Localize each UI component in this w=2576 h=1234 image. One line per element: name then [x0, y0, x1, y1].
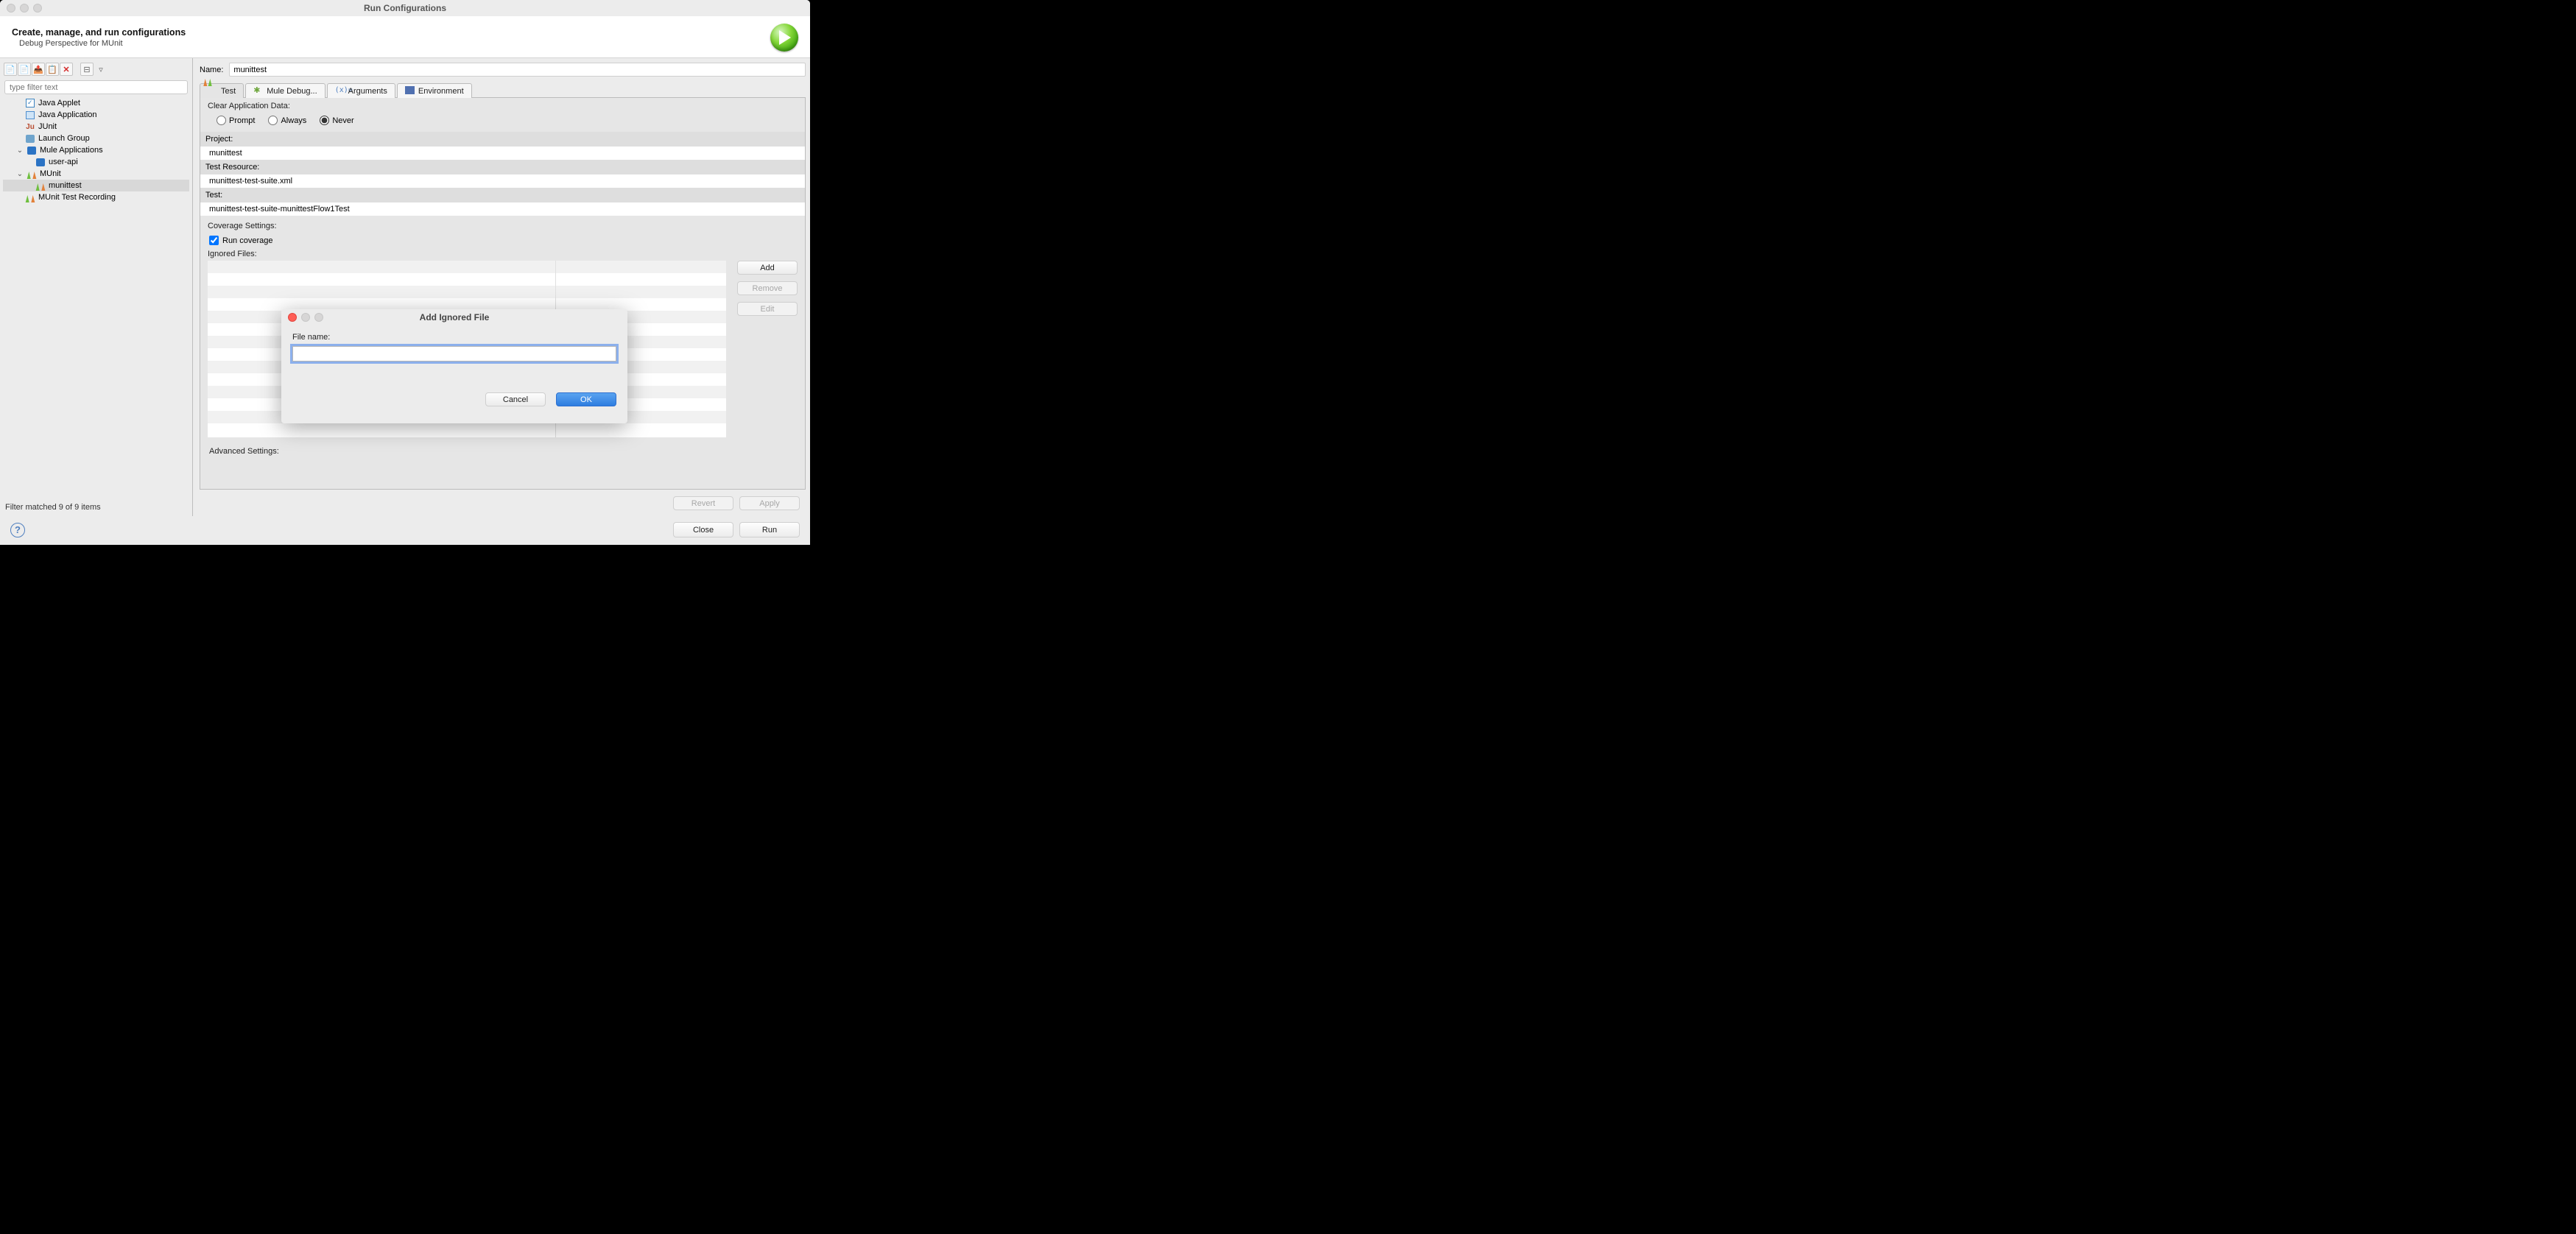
modal-zoom-icon: [314, 313, 323, 322]
traffic-minimize-icon[interactable]: [20, 4, 29, 13]
titlebar: Run Configurations: [0, 0, 810, 16]
run-button[interactable]: Run: [739, 522, 800, 537]
tree-item-label: MUnit Test Recording: [38, 193, 116, 202]
tree-item-munittest[interactable]: munittest: [3, 180, 189, 191]
tree-item-label: user-api: [49, 158, 78, 166]
tree-filter-input[interactable]: [4, 80, 188, 94]
dialog-header: Create, manage, and run configurations D…: [0, 16, 810, 58]
modal-cancel-button[interactable]: Cancel: [485, 392, 546, 406]
file-name-label: File name:: [292, 333, 616, 346]
modal-ok-button[interactable]: OK: [556, 392, 616, 406]
tab-test[interactable]: Test: [200, 83, 244, 98]
advanced-settings-label: Advanced Settings:: [200, 443, 805, 456]
run-coverage-label: Run coverage: [222, 236, 273, 245]
filter-icon[interactable]: ▿: [94, 63, 108, 76]
chevron-down-icon[interactable]: ⌄: [16, 147, 24, 155]
tree-item-java-applet[interactable]: Java Applet: [3, 97, 189, 109]
ignored-files-label: Ignored Files:: [200, 248, 805, 261]
name-label: Name:: [200, 66, 223, 74]
run-configurations-window: Run Configurations Create, manage, and r…: [0, 0, 810, 545]
environment-icon: [405, 86, 415, 94]
tree-item-java-application[interactable]: Java Application: [3, 109, 189, 121]
tree-item-mule-applications[interactable]: ⌄ Mule Applications: [3, 144, 189, 156]
tab-mule-debug[interactable]: Mule Debug...: [245, 83, 325, 98]
tree-item-label: JUnit: [38, 122, 57, 131]
tree-item-label: munittest: [49, 181, 82, 190]
run-coverage-checkbox[interactable]: [209, 236, 219, 245]
run-icon: [770, 24, 798, 52]
help-icon[interactable]: ?: [10, 523, 25, 537]
config-editor-pane: Name: Test Mule Debug... (x)=Arguments E…: [193, 58, 810, 516]
new-config-icon[interactable]: 📄: [4, 63, 17, 76]
revert-button: Revert: [673, 496, 733, 510]
config-tree-pane: 📄 📄 📤 📋 ✕ ⊟ ▿ Java Applet Java Applicati…: [0, 58, 193, 516]
tab-label: Mule Debug...: [267, 87, 317, 96]
test-field[interactable]: munittest-test-suite-munittestFlow1Test: [205, 202, 800, 216]
tab-label: Test: [221, 87, 236, 96]
project-field[interactable]: munittest: [205, 147, 800, 160]
radio-always[interactable]: Always: [268, 116, 306, 125]
tree-item-label: Launch Group: [38, 134, 90, 143]
modal-title: Add Ignored File: [281, 312, 627, 322]
export-icon[interactable]: 📤: [32, 63, 45, 76]
traffic-zoom-icon[interactable]: [33, 4, 42, 13]
tree-item-launch-group[interactable]: Launch Group: [3, 133, 189, 144]
tree-item-munit-test-recording[interactable]: MUnit Test Recording: [3, 191, 189, 203]
tree-item-label: MUnit: [40, 169, 61, 178]
chevron-down-icon[interactable]: ⌄: [16, 170, 24, 178]
collapse-all-icon[interactable]: ⊟: [80, 63, 94, 76]
tab-environment[interactable]: Environment: [397, 83, 472, 98]
delete-icon[interactable]: ✕: [60, 63, 73, 76]
test-resource-label: Test Resource:: [200, 160, 805, 174]
tab-bar: Test Mule Debug... (x)=Arguments Environ…: [200, 81, 806, 97]
duplicate-icon[interactable]: 📋: [46, 63, 59, 76]
header-subtitle: Debug Perspective for MUnit: [12, 38, 186, 48]
header-title: Create, manage, and run configurations: [12, 27, 186, 38]
coverage-settings-label: Coverage Settings:: [200, 216, 805, 233]
tree-item-label: Mule Applications: [40, 146, 103, 155]
radio-never[interactable]: Never: [320, 116, 353, 125]
close-button[interactable]: Close: [673, 522, 733, 537]
bug-icon: [253, 86, 263, 96]
remove-ignored-file-button: Remove: [737, 281, 798, 295]
tree-toolbar: 📄 📄 📤 📋 ✕ ⊟ ▿: [3, 63, 189, 79]
test-tab-scroll[interactable]: Clear Application Data: Prompt Always Ne…: [200, 98, 805, 489]
clear-app-data-label: Clear Application Data:: [200, 98, 805, 113]
tree-item-label: Java Applet: [38, 99, 80, 107]
config-tree[interactable]: Java Applet Java Application JuJUnit Lau…: [3, 96, 189, 498]
modal-minimize-icon: [301, 313, 310, 322]
tree-filter-status: Filter matched 9 of 9 items: [3, 498, 189, 516]
tab-label: Arguments: [348, 87, 387, 96]
add-ignored-file-dialog: Add Ignored File File name: Cancel OK: [281, 309, 627, 423]
test-label: Test:: [200, 188, 805, 202]
traffic-close-icon[interactable]: [7, 4, 15, 13]
new-prototype-icon[interactable]: 📄: [18, 63, 31, 76]
tree-item-junit[interactable]: JuJUnit: [3, 121, 189, 133]
tab-label: Environment: [418, 87, 464, 96]
name-input[interactable]: [229, 63, 806, 77]
tree-item-munit[interactable]: ⌄ MUnit: [3, 168, 189, 180]
project-label: Project:: [200, 132, 805, 147]
file-name-input[interactable]: [292, 346, 616, 362]
tab-arguments[interactable]: (x)=Arguments: [327, 83, 395, 98]
edit-ignored-file-button: Edit: [737, 302, 798, 316]
test-resource-field[interactable]: munittest-test-suite.xml: [205, 174, 800, 188]
tree-item-user-api[interactable]: user-api: [3, 156, 189, 168]
radio-prompt[interactable]: Prompt: [217, 116, 255, 125]
add-ignored-file-button[interactable]: Add: [737, 261, 798, 275]
modal-close-icon[interactable]: [288, 313, 297, 322]
tree-item-label: Java Application: [38, 110, 97, 119]
apply-button: Apply: [739, 496, 800, 510]
window-title: Run Configurations: [364, 3, 446, 13]
arguments-icon: (x)=: [335, 86, 345, 96]
